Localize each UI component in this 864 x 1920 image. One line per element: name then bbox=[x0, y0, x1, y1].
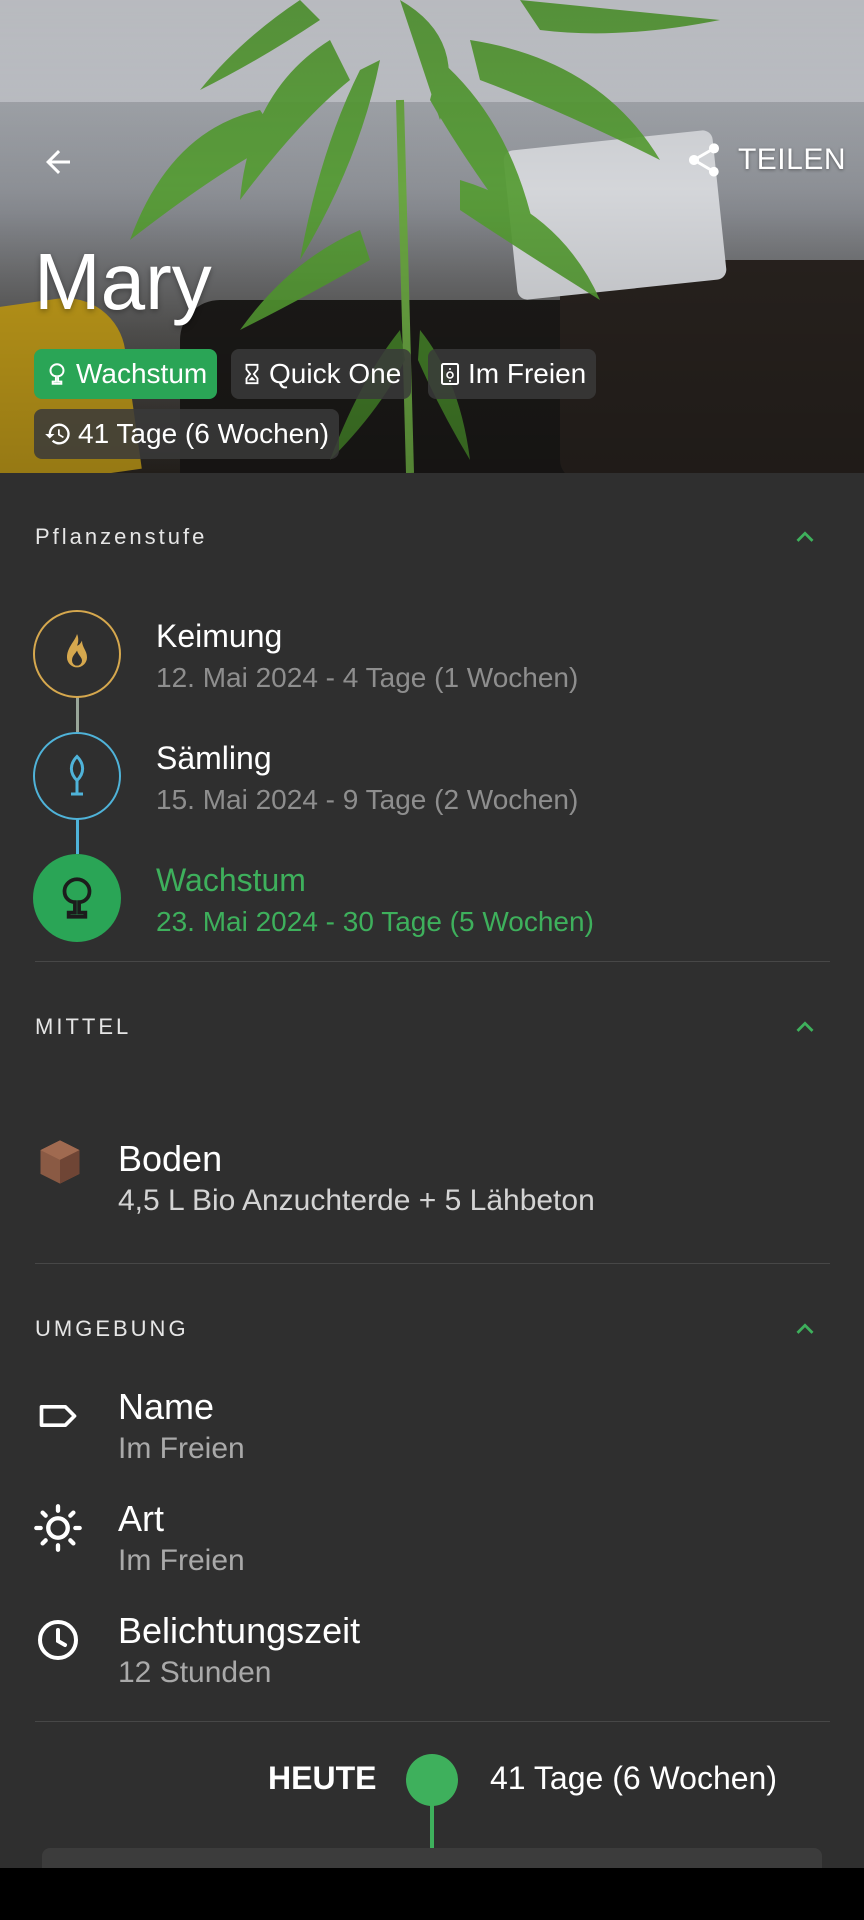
stage-germination-name: Keimung bbox=[156, 618, 283, 654]
plant-photo-header: TEILEN Mary Wachstum Quick One Im Freien… bbox=[0, 0, 864, 473]
system-nav-bar bbox=[0, 1868, 864, 1920]
flame-seed-icon bbox=[67, 634, 87, 668]
cube-icon bbox=[32, 1134, 88, 1190]
sprout-icon bbox=[69, 754, 85, 796]
environment-type-item[interactable]: Art Im Freien bbox=[30, 1498, 820, 1588]
environment-light-value: 12 Stunden bbox=[118, 1656, 272, 1689]
chevron-up-icon[interactable] bbox=[788, 520, 822, 554]
chevron-up-icon[interactable] bbox=[788, 1312, 822, 1346]
environment-name-label: Name bbox=[118, 1386, 215, 1427]
history-icon bbox=[45, 423, 70, 445]
strain-chip[interactable]: Quick One bbox=[231, 349, 412, 399]
sun-icon bbox=[30, 1500, 86, 1556]
today-label: HEUTE bbox=[268, 1760, 377, 1796]
share-icon bbox=[688, 143, 719, 177]
today-value: 41 Tage (6 Wochen) bbox=[490, 1760, 777, 1796]
timeline-line bbox=[430, 1802, 434, 1854]
today-marker bbox=[406, 1754, 458, 1806]
back-arrow-icon bbox=[46, 150, 70, 174]
stages-section-title: Pflanzenstufe bbox=[35, 524, 208, 549]
stage-seedling-name: Sämling bbox=[156, 740, 272, 776]
environment-light-label: Belichtungszeit bbox=[118, 1610, 361, 1651]
timeline-today: HEUTE 41 Tage (6 Wochen) bbox=[0, 1752, 864, 1868]
back-button[interactable] bbox=[34, 138, 82, 186]
hourglass-icon bbox=[245, 363, 259, 385]
medium-type: Boden bbox=[118, 1138, 223, 1179]
section-divider bbox=[35, 961, 830, 962]
stage-item-germination[interactable]: Keimung 12. Mai 2024 - 4 Tage (1 Wochen) bbox=[33, 610, 813, 700]
stages-section-header[interactable]: Pflanzenstufe bbox=[35, 516, 830, 556]
environment-name-value: Im Freien bbox=[118, 1432, 245, 1465]
stage-seedling-circle bbox=[33, 732, 121, 820]
medium-section-title: MITTEL bbox=[35, 1014, 132, 1039]
age-chip[interactable]: 41 Tage (6 Wochen) bbox=[34, 409, 340, 459]
environment-chip[interactable]: Im Freien bbox=[428, 349, 597, 399]
medium-section-header[interactable]: MITTEL bbox=[35, 1006, 830, 1046]
stage-growth-date: 23. Mai 2024 - 30 Tage (5 Wochen) bbox=[156, 906, 594, 937]
stage-chip[interactable]: Wachstum bbox=[34, 349, 218, 399]
section-divider bbox=[35, 1263, 830, 1264]
stage-connector bbox=[76, 818, 79, 854]
medium-item[interactable]: Boden 4,5 L Bio Anzuchterde + 5 Lähbeton bbox=[30, 1138, 820, 1218]
environment-section-header[interactable]: UMGEBUNG bbox=[35, 1308, 830, 1348]
environment-type-label: Art bbox=[118, 1498, 165, 1539]
top-bar: TEILEN bbox=[0, 130, 864, 190]
chevron-up-icon[interactable] bbox=[788, 1010, 822, 1044]
stage-connector bbox=[76, 696, 79, 732]
stage-chip-label: Wachstum bbox=[76, 358, 208, 389]
tag-icon bbox=[30, 1388, 86, 1444]
environment-type-value: Im Freien bbox=[118, 1544, 245, 1577]
strain-chip-label: Quick One bbox=[269, 358, 402, 389]
stage-growth-circle bbox=[33, 854, 121, 942]
stage-item-growth[interactable]: Wachstum 23. Mai 2024 - 30 Tage (5 Woche… bbox=[33, 854, 813, 944]
share-button[interactable]: TEILEN bbox=[684, 134, 846, 186]
environment-chip-label: Im Freien bbox=[468, 358, 587, 389]
share-label: TEILEN bbox=[737, 143, 846, 176]
section-divider bbox=[35, 1721, 830, 1722]
environment-section-title: UMGEBUNG bbox=[35, 1316, 189, 1341]
plant-name-title: Mary bbox=[34, 237, 212, 326]
stage-item-seedling[interactable]: Sämling 15. Mai 2024 - 9 Tage (2 Wochen) bbox=[33, 732, 813, 822]
environment-name-item[interactable]: Name Im Freien bbox=[30, 1386, 820, 1476]
environment-light-item[interactable]: Belichtungszeit 12 Stunden bbox=[30, 1610, 820, 1700]
age-chip-label: 41 Tage (6 Wochen) bbox=[78, 418, 330, 449]
outdoor-icon bbox=[441, 363, 459, 385]
medium-description: 4,5 L Bio Anzuchterde + 5 Lähbeton bbox=[118, 1184, 595, 1217]
stage-growth-name: Wachstum bbox=[156, 862, 306, 898]
tree-icon bbox=[62, 877, 92, 919]
timeline-card[interactable] bbox=[42, 1848, 822, 1868]
stage-germination-date: 12. Mai 2024 - 4 Tage (1 Wochen) bbox=[156, 662, 579, 693]
stage-germination-circle bbox=[33, 610, 121, 698]
clock-icon bbox=[30, 1612, 86, 1668]
plant-detail-screen: TEILEN Mary Wachstum Quick One Im Freien… bbox=[0, 0, 864, 1868]
stage-seedling-date: 15. Mai 2024 - 9 Tage (2 Wochen) bbox=[156, 784, 579, 815]
tree-icon bbox=[49, 363, 65, 385]
